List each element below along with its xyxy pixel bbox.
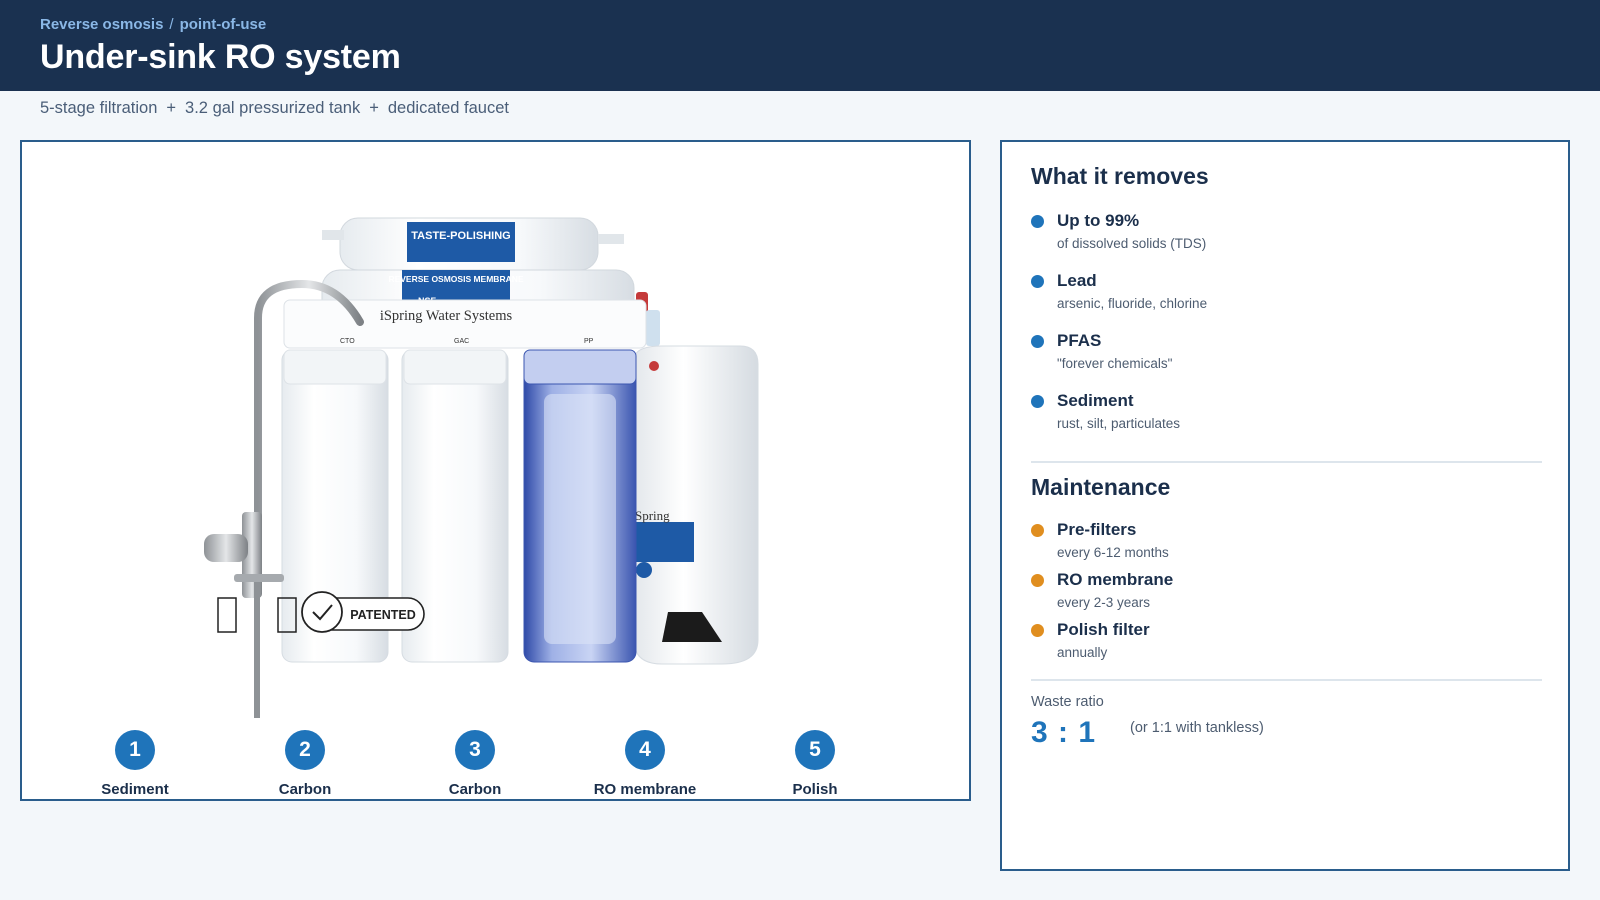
removes-item-detail: of dissolved solids (TDS) bbox=[1057, 236, 1207, 251]
maintenance-item-interval: every 2-3 years bbox=[1057, 595, 1151, 610]
stage-label: Carbon bbox=[448, 781, 502, 798]
removes-item-title: Up to 99% bbox=[1057, 211, 1140, 230]
plus-separator: + bbox=[369, 99, 379, 117]
maintenance-item-title: Polish filter bbox=[1057, 620, 1150, 639]
removes-item-detail: rust, silt, particulates bbox=[1057, 416, 1181, 431]
info-panel: What it removes Up to 99% of dissolved s… bbox=[1000, 140, 1570, 871]
stage-number-badge: 4 bbox=[625, 730, 665, 770]
maintenance-item-ro-membrane: RO membrane every 2-3 years bbox=[1031, 570, 1173, 610]
filtration-stages: 1 Sediment 2 Carbon 3 Carbon 4 RO membra… bbox=[22, 142, 969, 799]
stage-5[interactable]: 5 Polish bbox=[745, 730, 885, 798]
feature-faucet: dedicated faucet bbox=[387, 99, 509, 117]
stage-4[interactable]: 4 RO membrane bbox=[575, 730, 715, 798]
stage-number-badge: 5 bbox=[795, 730, 835, 770]
waste-ratio-value: 3 : 1 bbox=[1031, 716, 1097, 749]
removes-item-pfas: PFAS "forever chemicals" bbox=[1031, 331, 1172, 371]
stage-number-badge: 2 bbox=[285, 730, 325, 770]
removes-item-title: Lead bbox=[1057, 271, 1097, 290]
section-divider bbox=[1031, 679, 1542, 681]
maintenance-item-pre-filters: Pre-filters every 6-12 months bbox=[1031, 520, 1169, 560]
stage-number-badge: 1 bbox=[115, 730, 155, 770]
waste-ratio-note: (or 1:1 with tankless) bbox=[1130, 720, 1264, 736]
stage-number-badge: 3 bbox=[455, 730, 495, 770]
feature-summary: 5-stage filtration +3.2 gal pressurized t… bbox=[40, 99, 509, 118]
maintenance-item-interval: annually bbox=[1057, 645, 1108, 660]
feature-tank: 3.2 gal pressurized tank bbox=[185, 99, 361, 117]
breadcrumb-separator: / bbox=[169, 16, 174, 33]
maintenance-item-interval: every 6-12 months bbox=[1057, 545, 1169, 560]
removes-item-detail: arsenic, fluoride, chlorine bbox=[1057, 296, 1208, 311]
product-image-panel: TASTE-POLISHING REVERSE OSMOSIS MEMBRANE… bbox=[20, 140, 971, 801]
waste-ratio-label: Waste ratio bbox=[1031, 694, 1104, 710]
bullet-dot bbox=[1031, 215, 1044, 228]
bullet-dot bbox=[1031, 574, 1044, 587]
bullet-dot bbox=[1031, 335, 1044, 348]
removes-item-lead: Lead arsenic, fluoride, chlorine bbox=[1031, 271, 1207, 311]
maintenance-section-title: Maintenance bbox=[1031, 474, 1171, 500]
page-title: Under-sink RO system bbox=[40, 38, 401, 76]
stage-label: Carbon bbox=[278, 781, 332, 798]
breadcrumb-item-point-of-use[interactable]: point-of-use bbox=[180, 16, 267, 33]
bullet-dot bbox=[1031, 395, 1044, 408]
feature-stages: 5-stage filtration bbox=[40, 99, 158, 117]
stage-3[interactable]: 3 Carbon bbox=[405, 730, 545, 798]
removes-item-detail: "forever chemicals" bbox=[1057, 356, 1173, 371]
bullet-dot bbox=[1031, 275, 1044, 288]
stage-label: RO membrane bbox=[593, 781, 697, 798]
removes-section-title: What it removes bbox=[1031, 163, 1209, 189]
maintenance-item-polish-filter: Polish filter annually bbox=[1031, 620, 1150, 660]
stage-2[interactable]: 2 Carbon bbox=[235, 730, 375, 798]
breadcrumb: Reverse osmosis / point-of-use bbox=[40, 16, 266, 33]
removes-item-title: PFAS bbox=[1057, 331, 1102, 350]
page-header: Reverse osmosis / point-of-use Under-sink … bbox=[0, 0, 1600, 91]
maintenance-item-title: RO membrane bbox=[1057, 570, 1174, 589]
bullet-dot bbox=[1031, 524, 1044, 537]
plus-separator: + bbox=[166, 99, 177, 117]
removes-item-sediment: Sediment rust, silt, particulates bbox=[1031, 391, 1180, 431]
maintenance-item-title: Pre-filters bbox=[1057, 520, 1137, 539]
stage-label: Polish bbox=[792, 781, 838, 798]
stage-1[interactable]: 1 Sediment bbox=[65, 730, 205, 798]
bullet-dot bbox=[1031, 624, 1044, 637]
breadcrumb-item-reverse-osmosis[interactable]: Reverse osmosis bbox=[40, 16, 163, 33]
stage-label: Sediment bbox=[101, 781, 169, 798]
removes-item-title: Sediment bbox=[1057, 391, 1134, 410]
section-divider bbox=[1031, 461, 1542, 463]
removes-item-tds: Up to 99% of dissolved solids (TDS) bbox=[1031, 211, 1206, 251]
